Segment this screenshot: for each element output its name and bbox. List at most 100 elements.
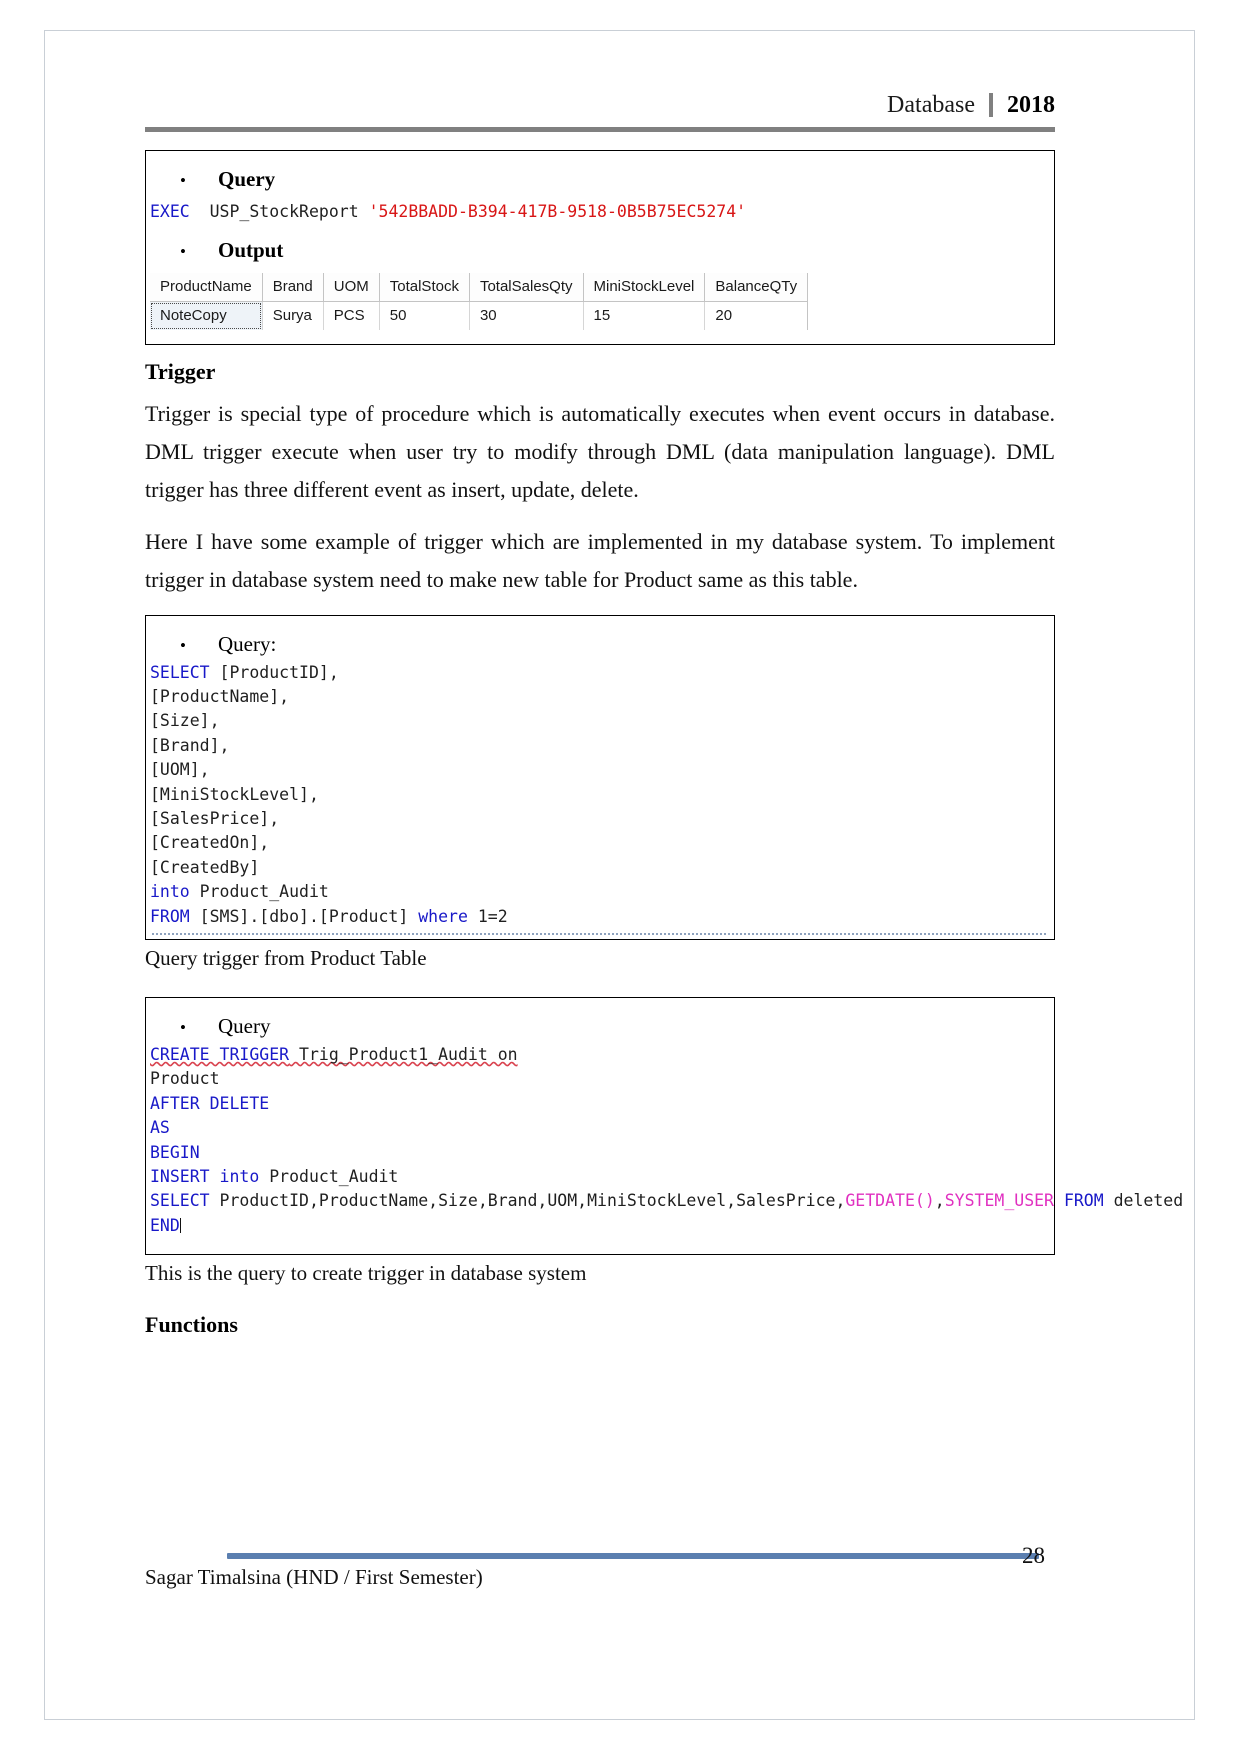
- table-cell[interactable]: NoteCopy: [150, 301, 263, 331]
- code-line: into Product_Audit: [150, 880, 1054, 904]
- header-rule: [145, 127, 1055, 132]
- table-column-header: TotalStock: [379, 273, 470, 303]
- code-token: Trig_Product1_Audit on: [289, 1045, 518, 1065]
- table-column-header: TotalSalesQty: [469, 273, 584, 303]
- code-line: BEGIN: [150, 1141, 1054, 1165]
- code-token: SYSTEM_USER: [944, 1191, 1054, 1211]
- select-query-caption: Query trigger from Product Table: [145, 946, 427, 971]
- code-token: [CreatedOn],: [150, 833, 270, 853]
- table-cell[interactable]: 15: [583, 301, 706, 331]
- trigger-section-title: Trigger: [145, 359, 216, 385]
- document-footer: Sagar Timalsina (HND / First Semester) 2…: [145, 1543, 1055, 1590]
- code-token: SELECT: [150, 662, 210, 682]
- table-column-header: UOM: [323, 273, 380, 303]
- code-token: END: [150, 1215, 180, 1235]
- query3-bullet-label: Query: [218, 1014, 271, 1039]
- exec-param-guid: '542BBADD-B394-417B-9518-0B5B75EC5274': [368, 202, 747, 221]
- page-frame: Database 2018 • Query EXEC USP_StockRepo…: [44, 30, 1195, 1720]
- table-row[interactable]: NoteCopy Surya PCS 50 30 15 20: [150, 301, 809, 331]
- code-line: [CreatedBy]: [150, 856, 1054, 880]
- code-token: [SMS].[dbo].[Product]: [189, 906, 419, 926]
- query3-bullet-row: • Query: [146, 1014, 1054, 1039]
- bullet-icon: •: [180, 242, 186, 262]
- code-token: GETDATE(): [845, 1191, 935, 1211]
- code-token: Product_Audit: [259, 1167, 399, 1187]
- code-token: Product: [150, 1069, 220, 1089]
- select-query-box: • Query: SELECT [ProductID], [ProductName…: [145, 614, 1055, 941]
- document-header: Database 2018: [145, 93, 1055, 132]
- code-token: CREATE TRIGGER: [150, 1045, 290, 1065]
- exec-keyword: EXEC: [150, 202, 190, 221]
- query2-bullet-row: • Query:: [146, 632, 1054, 657]
- query-output-box: • Query EXEC USP_StockReport '542BBADD-B…: [145, 150, 1055, 346]
- code-token: BEGIN: [150, 1142, 200, 1162]
- code-line: [Brand],: [150, 734, 1054, 758]
- code-token: [Size],: [150, 711, 220, 731]
- code-line: Product: [150, 1067, 1054, 1091]
- code-token: into: [219, 1167, 260, 1187]
- code-line: AS: [150, 1116, 1054, 1140]
- code-line: CREATE TRIGGER Trig_Product1_Audit on: [150, 1043, 1054, 1067]
- code-line: INSERT into Product_Audit: [150, 1165, 1054, 1189]
- code-token: ProductID,ProductName,Size,Brand,UOM,Min…: [209, 1191, 846, 1211]
- code-token: where: [418, 906, 468, 926]
- code-line: [ProductName],: [150, 685, 1054, 709]
- query2-bullet-label: Query:: [218, 631, 277, 656]
- table-cell[interactable]: 30: [469, 301, 584, 331]
- footer-author: Sagar Timalsina (HND / First Semester): [145, 1565, 483, 1589]
- code-token: INSERT: [150, 1167, 210, 1187]
- code-token: deleted: [1103, 1191, 1184, 1211]
- code-token: FROM: [150, 906, 190, 926]
- exec-statement: EXEC USP_StockReport '542BBADD-B394-417B…: [146, 200, 1054, 224]
- table-column-header: MiniStockLevel: [583, 273, 706, 303]
- create-trigger-caption: This is the query to create trigger in d…: [145, 1261, 587, 1286]
- table-cell[interactable]: 20: [704, 301, 809, 331]
- footer-rule: [227, 1553, 1039, 1559]
- table-column-header: Brand: [262, 273, 324, 303]
- code-line: SELECT ProductID,ProductName,Size,Brand,…: [150, 1189, 1183, 1213]
- code-token: [SalesPrice],: [150, 808, 280, 828]
- query-bullet-label: Query: [218, 167, 276, 191]
- code-token: AFTER DELETE: [150, 1093, 270, 1113]
- code-token: 1=2: [467, 906, 508, 926]
- code-token: [UOM],: [150, 760, 210, 780]
- code-token: [MiniStockLevel],: [150, 784, 319, 804]
- code-token: AS: [150, 1118, 170, 1138]
- code-line: [MiniStockLevel],: [150, 783, 1054, 807]
- trigger-paragraph-2: Here I have some example of trigger whic…: [145, 528, 1055, 592]
- output-bullet-label: Output: [218, 238, 284, 263]
- table-column-header: ProductName: [150, 273, 263, 303]
- code-token: Product_Audit: [189, 882, 329, 902]
- header-year: 2018: [1007, 92, 1055, 118]
- code-token: FROM: [1063, 1191, 1104, 1211]
- code-line: AFTER DELETE: [150, 1092, 1054, 1116]
- page-number: 28: [1022, 1543, 1045, 1568]
- stock-report-result-grid: ProductName Brand UOM TotalStock TotalSalesQ…: [150, 273, 809, 331]
- code-token: ,: [934, 1191, 945, 1211]
- code-line: [CreatedOn],: [150, 831, 1054, 855]
- trigger-paragraph-1: Trigger is special type of procedure whi…: [145, 401, 1055, 503]
- table-column-header: BalanceQTy: [704, 273, 809, 303]
- table-header-row: ProductName Brand UOM TotalStock TotalSalesQ…: [150, 273, 809, 303]
- functions-section-title: Functions: [145, 1312, 238, 1338]
- header-label: Database: [887, 92, 975, 118]
- code-line: [SalesPrice],: [150, 807, 1054, 831]
- output-bullet-row: • Output: [146, 238, 1054, 263]
- code-line: END: [150, 1214, 1054, 1238]
- table-cell[interactable]: 50: [379, 301, 470, 331]
- code-token: [ProductName],: [150, 686, 290, 706]
- code-line: [Size],: [150, 709, 1054, 733]
- code-line: [UOM],: [150, 758, 1054, 782]
- code-token: [CreatedBy]: [150, 857, 260, 877]
- create-trigger-code: CREATE TRIGGER Trig_Product1_Audit on Pro…: [146, 1043, 1183, 1238]
- table-cell[interactable]: Surya: [262, 301, 324, 331]
- select-into-code: SELECT [ProductID], [ProductName], [Size],…: [146, 661, 1054, 929]
- bullet-icon: •: [180, 635, 186, 655]
- code-line: SELECT [ProductID],: [150, 661, 1054, 685]
- table-cell[interactable]: PCS: [323, 301, 380, 331]
- code-line: FROM [SMS].[dbo].[Product] where 1=2: [150, 905, 1054, 929]
- header-divider: [989, 93, 993, 117]
- code-token: [Brand],: [150, 735, 230, 755]
